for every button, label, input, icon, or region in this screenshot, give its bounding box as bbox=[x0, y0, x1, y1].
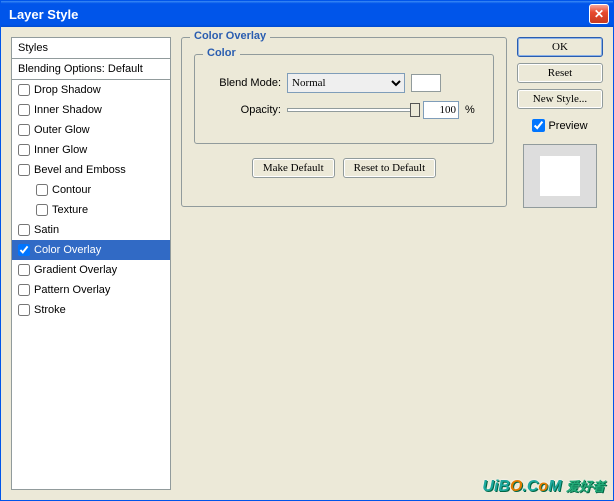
preview-swatch-inner bbox=[540, 156, 580, 196]
style-item-texture[interactable]: Texture bbox=[12, 200, 170, 220]
style-checkbox[interactable] bbox=[18, 284, 30, 296]
style-item-label: Contour bbox=[52, 184, 91, 196]
blending-options-row[interactable]: Blending Options: Default bbox=[12, 59, 170, 80]
color-group: Color Blend Mode: Normal Opacity: bbox=[194, 54, 494, 144]
opacity-row: Opacity: % bbox=[207, 101, 481, 119]
style-checkbox[interactable] bbox=[18, 264, 30, 276]
styles-list-panel: Styles Blending Options: Default Drop Sh… bbox=[11, 37, 171, 490]
layer-style-dialog: Layer Style ✕ Styles Blending Options: D… bbox=[0, 0, 614, 501]
style-item-label: Inner Shadow bbox=[34, 104, 102, 116]
preview-swatch bbox=[523, 144, 597, 208]
style-checkbox[interactable] bbox=[18, 304, 30, 316]
style-item-label: Texture bbox=[52, 204, 88, 216]
style-item-stroke[interactable]: Stroke bbox=[12, 300, 170, 320]
action-panel: OK Reset New Style... Preview bbox=[517, 37, 603, 490]
style-item-inner-shadow[interactable]: Inner Shadow bbox=[12, 100, 170, 120]
blend-mode-label: Blend Mode: bbox=[207, 77, 281, 89]
color-group-title: Color bbox=[203, 47, 240, 59]
reset-to-default-button[interactable]: Reset to Default bbox=[343, 158, 436, 178]
style-item-label: Outer Glow bbox=[34, 124, 90, 136]
style-checkbox[interactable] bbox=[18, 144, 30, 156]
style-checkbox[interactable] bbox=[18, 84, 30, 96]
close-button[interactable]: ✕ bbox=[589, 4, 609, 24]
style-item-drop-shadow[interactable]: Drop Shadow bbox=[12, 80, 170, 100]
close-icon: ✕ bbox=[594, 7, 604, 21]
style-checkbox[interactable] bbox=[36, 204, 48, 216]
style-item-satin[interactable]: Satin bbox=[12, 220, 170, 240]
style-item-bevel-and-emboss[interactable]: Bevel and Emboss bbox=[12, 160, 170, 180]
style-item-gradient-overlay[interactable]: Gradient Overlay bbox=[12, 260, 170, 280]
style-item-label: Inner Glow bbox=[34, 144, 87, 156]
opacity-slider[interactable] bbox=[287, 108, 417, 112]
style-checkbox[interactable] bbox=[18, 164, 30, 176]
preview-checkbox[interactable] bbox=[532, 119, 545, 132]
style-item-label: Stroke bbox=[34, 304, 66, 316]
style-item-label: Satin bbox=[34, 224, 59, 236]
color-overlay-group: Color Overlay Color Blend Mode: Normal O… bbox=[181, 37, 507, 207]
style-item-outer-glow[interactable]: Outer Glow bbox=[12, 120, 170, 140]
default-buttons-row: Make Default Reset to Default bbox=[194, 158, 494, 178]
style-item-color-overlay[interactable]: Color Overlay bbox=[12, 240, 170, 260]
blend-mode-select[interactable]: Normal bbox=[287, 73, 405, 93]
blend-mode-row: Blend Mode: Normal bbox=[207, 73, 481, 93]
new-style-button[interactable]: New Style... bbox=[517, 89, 603, 109]
style-item-label: Pattern Overlay bbox=[34, 284, 110, 296]
style-item-contour[interactable]: Contour bbox=[12, 180, 170, 200]
opacity-slider-thumb[interactable] bbox=[410, 103, 420, 117]
opacity-input[interactable] bbox=[423, 101, 459, 119]
style-item-label: Color Overlay bbox=[34, 244, 101, 256]
opacity-unit: % bbox=[465, 104, 475, 116]
style-checkbox[interactable] bbox=[18, 224, 30, 236]
preview-toggle-row: Preview bbox=[517, 119, 603, 132]
styles-header[interactable]: Styles bbox=[12, 38, 170, 59]
style-checkbox[interactable] bbox=[36, 184, 48, 196]
style-item-label: Drop Shadow bbox=[34, 84, 101, 96]
color-swatch[interactable] bbox=[411, 74, 441, 92]
settings-panel: Color Overlay Color Blend Mode: Normal O… bbox=[181, 37, 507, 490]
style-checkbox[interactable] bbox=[18, 244, 30, 256]
style-checkbox[interactable] bbox=[18, 124, 30, 136]
group-title: Color Overlay bbox=[190, 30, 270, 42]
dialog-body: Styles Blending Options: Default Drop Sh… bbox=[1, 27, 613, 500]
style-item-label: Gradient Overlay bbox=[34, 264, 117, 276]
window-title: Layer Style bbox=[9, 7, 589, 22]
style-item-label: Bevel and Emboss bbox=[34, 164, 126, 176]
titlebar: Layer Style ✕ bbox=[1, 1, 613, 27]
ok-button[interactable]: OK bbox=[517, 37, 603, 57]
make-default-button[interactable]: Make Default bbox=[252, 158, 335, 178]
reset-button[interactable]: Reset bbox=[517, 63, 603, 83]
preview-label: Preview bbox=[548, 120, 587, 132]
opacity-label: Opacity: bbox=[207, 104, 281, 116]
style-item-inner-glow[interactable]: Inner Glow bbox=[12, 140, 170, 160]
style-item-pattern-overlay[interactable]: Pattern Overlay bbox=[12, 280, 170, 300]
style-checkbox[interactable] bbox=[18, 104, 30, 116]
